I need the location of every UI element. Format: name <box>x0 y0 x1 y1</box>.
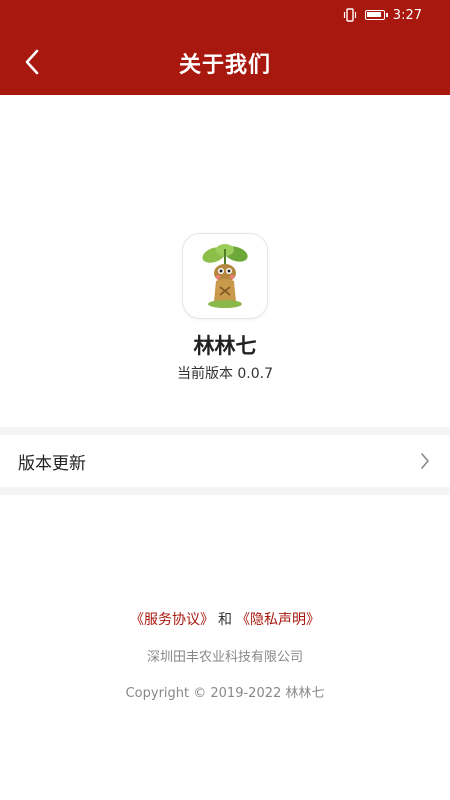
vibrate-icon <box>343 8 356 22</box>
status-bar: 3:27 <box>0 0 450 30</box>
version-label: 当前版本 0.0.7 <box>176 366 274 382</box>
back-arrow-icon <box>25 49 39 75</box>
battery-icon <box>364 10 388 20</box>
section-divider-bottom <box>0 487 450 495</box>
app-logo <box>182 233 268 319</box>
page-title: 关于我们 <box>178 52 271 78</box>
app-name: 林林七 <box>193 334 257 358</box>
app-logo-icon <box>202 244 248 308</box>
back-button[interactable] <box>10 40 54 84</box>
privacy-statement-link[interactable]: 《隐私声明》 <box>236 612 320 628</box>
legal-links: 《服务协议》和《隐私声明》 <box>0 609 450 629</box>
status-time: 3:27 <box>392 7 422 23</box>
section-divider-top <box>0 427 450 435</box>
nav-bar: 关于我们 <box>0 30 450 95</box>
version-update-row[interactable]: 版本更新 <box>0 435 450 487</box>
chevron-right-icon <box>421 453 429 469</box>
company-name: 深圳田丰农业科技有限公司 <box>146 650 303 665</box>
copyright-text: Copyright © 2019-2022 林林七 <box>125 686 325 701</box>
app-header: 3:27 关于我们 <box>0 0 450 95</box>
and-text: 和 <box>218 612 232 628</box>
version-update-label: 版本更新 <box>18 453 86 474</box>
service-agreement-link[interactable]: 《服务协议》 <box>130 612 214 628</box>
